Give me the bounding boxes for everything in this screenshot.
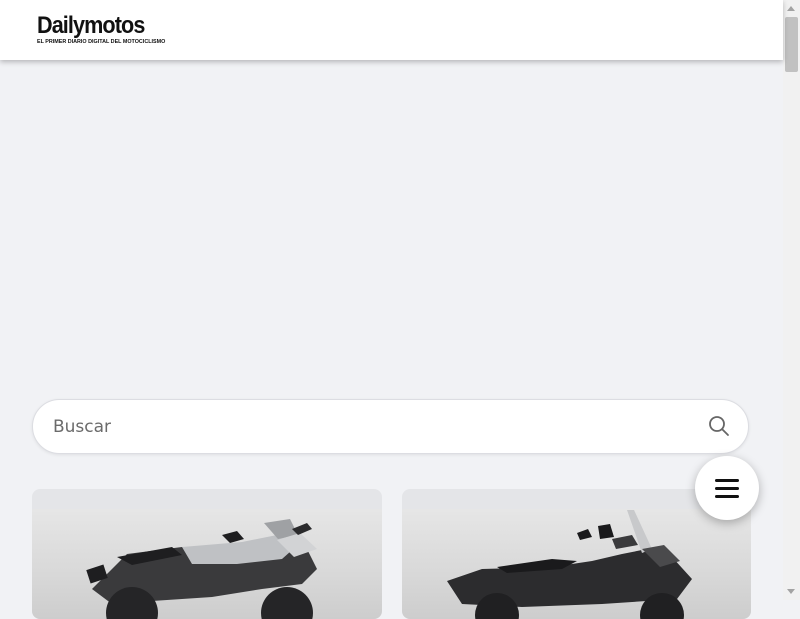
- scroll-down-arrow-icon[interactable]: [787, 589, 795, 594]
- maxi-scooter-image[interactable]: [402, 509, 751, 619]
- logo-name: Dailymotos: [37, 12, 145, 39]
- scrollbar-thumb[interactable]: [785, 17, 798, 72]
- search-input[interactable]: [53, 400, 673, 453]
- logo-tagline: EL PRIMER DIARIO DIGITAL DEL MOTOCICLISM…: [37, 39, 166, 45]
- scroll-up-arrow-icon[interactable]: [787, 6, 795, 11]
- sport-motorcycle-image[interactable]: [32, 509, 382, 619]
- search-icon[interactable]: [708, 415, 730, 437]
- menu-button[interactable]: [695, 456, 759, 520]
- search-bar: [32, 399, 749, 454]
- vertical-scrollbar[interactable]: [783, 0, 800, 600]
- site-header: Dailymotos EL PRIMER DIARIO DIGITAL DEL …: [0, 0, 783, 60]
- site-logo[interactable]: Dailymotos EL PRIMER DIARIO DIGITAL DEL …: [37, 13, 165, 46]
